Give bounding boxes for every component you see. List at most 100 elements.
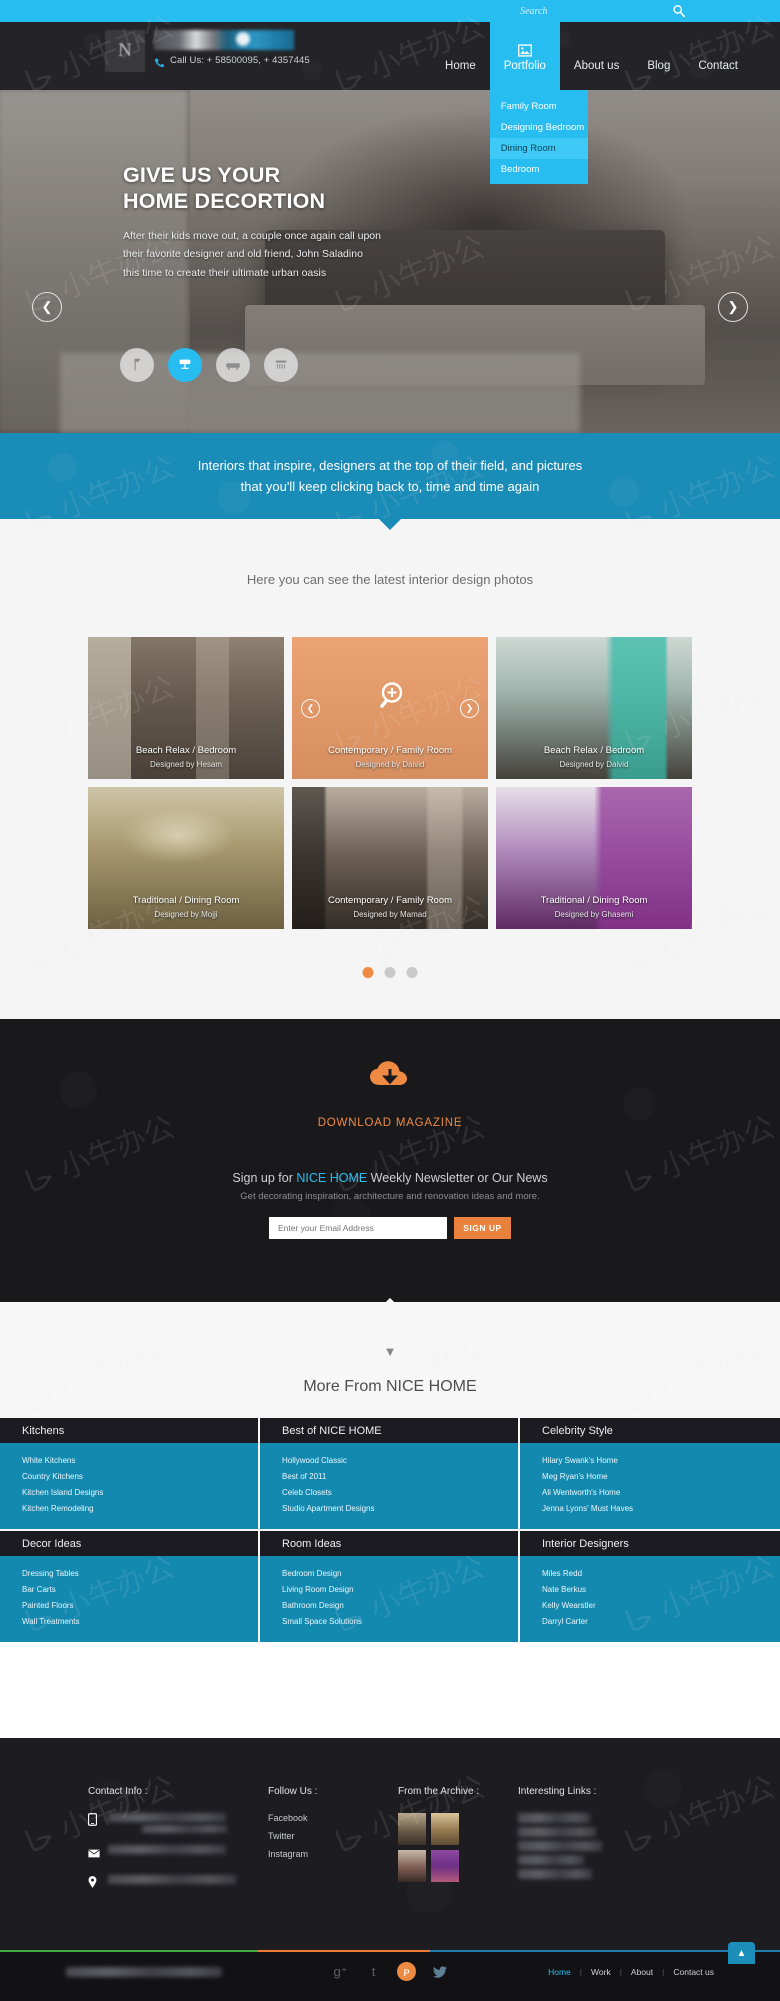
list-item[interactable]: Miles Redd [542,1566,780,1582]
footer-contact-info: Contact Info : [87,1786,268,1905]
nav-item-blog[interactable]: Blog [633,22,684,90]
list-item[interactable]: Bathroom Design [282,1598,518,1614]
dropdown-item-bedroom[interactable]: Bedroom [490,159,588,180]
bottom-bar: g⁺ t ᴘ Home | Work | About | Contact us … [0,1942,780,2001]
gallery-tile[interactable]: Beach Relax / Bedroom Designed by Daivid [496,637,692,779]
social-link-instagram[interactable]: Instagram [268,1849,398,1859]
list-item[interactable]: Studio Apartment Designs [282,1501,518,1517]
footer-nav-home[interactable]: Home [548,1967,571,1977]
sofa-icon[interactable] [216,348,250,382]
list-item[interactable]: Small Space Solutions [282,1614,518,1630]
nav-label: Contact [698,60,738,72]
gallery-tile[interactable]: ❮ ❯ Contemporary / Family Room Designed … [292,637,488,779]
list-item[interactable]: Living Room Design [282,1582,518,1598]
list-item[interactable]: Jenna Lyons' Must Haves [542,1501,780,1517]
gallery-next-button[interactable]: ❯ [460,699,479,718]
back-to-top-button[interactable]: ▲ [728,1942,755,1964]
list-item[interactable]: Best of 2011 [282,1469,518,1485]
lamp-icon[interactable] [120,348,154,382]
archive-thumbnail[interactable] [398,1850,426,1882]
pagination-dot-1[interactable] [362,967,374,978]
list-item[interactable]: White Kitchens [22,1453,258,1469]
link-redacted[interactable] [518,1855,584,1865]
search-icon[interactable] [672,4,686,18]
nav-item-about-us[interactable]: About us [560,22,633,90]
footer-nav-contact-us[interactable]: Contact us [673,1967,714,1977]
list-item[interactable]: Painted Floors [22,1598,258,1614]
gallery-tile[interactable]: Traditional / Dining Room Designed by Mo… [88,787,284,929]
logo[interactable]: N Call Us: + 58500095, + 4357445 [105,30,310,72]
list-item[interactable]: Dressing Tables [22,1566,258,1582]
gallery-tile[interactable]: Beach Relax / Bedroom Designed by Hesam [88,637,284,779]
dropdown-item-designing-bedroom[interactable]: Designing Bedroom [490,117,588,138]
call-us[interactable]: Call Us: + 58500095, + 4357445 [154,55,310,68]
cloud-download-icon[interactable] [368,1058,412,1095]
shower-icon[interactable] [264,348,298,382]
pinterest-icon[interactable]: ᴘ [397,1962,416,1981]
dropdown-item-dining-room[interactable]: Dining Room [489,138,588,159]
hero-prev-button[interactable]: ❮ [32,292,62,322]
gallery-tile[interactable]: Traditional / Dining Room Designed by Gh… [496,787,692,929]
gallery-pagination [362,967,418,978]
link-redacted[interactable] [518,1827,596,1837]
list-item[interactable]: Ali Wentworth's Home [542,1485,780,1501]
hero-paragraph-line2: their favorite designer and old friend, … [123,248,363,261]
hero-next-button[interactable]: ❯ [718,292,748,322]
list-item[interactable]: Celeb Closets [282,1485,518,1501]
tile-designer: Designed by Hesam [149,760,223,769]
download-magazine-label[interactable]: DOWNLOAD MAGAZINE [0,1117,780,1129]
list-item[interactable]: Wall Treatments [22,1614,258,1630]
footer-archive: From the Archive : [398,1786,518,1905]
dropdown-item-family-room[interactable]: Family Room [490,96,588,117]
social-link-facebook[interactable]: Facebook [268,1813,398,1823]
archive-thumbnail[interactable] [431,1813,459,1845]
list-item[interactable]: Hilary Swank's Home [542,1453,780,1469]
list-item[interactable]: Bedroom Design [282,1566,518,1582]
gallery-tile[interactable]: Contemporary / Family Room Designed by M… [292,787,488,929]
chair-icon[interactable] [168,348,202,382]
footer-columns: Contact Info : Follow Us: Facebook Twit… [87,1786,708,1905]
nav-item-contact[interactable]: Contact [684,22,752,90]
list-item[interactable]: Meg Ryan's Home [542,1469,780,1485]
tile-designer: Designed by Mojji [154,910,218,919]
twitter-icon[interactable] [430,1962,449,1981]
footer-interesting-links: Interesting Links : [518,1786,678,1905]
list-item[interactable]: Bar Carts [22,1582,258,1598]
site-footer: Contact Info : Follow Us: Facebook Twit… [0,1738,780,1950]
search-placeholder: Search [520,5,548,17]
tile-caption: Traditional / Dining Room Designed by Gh… [496,895,692,919]
list-item[interactable]: Kitchen Remodeling [22,1501,258,1517]
divider-green [0,1950,258,1952]
footer-nav-about[interactable]: About [631,1967,653,1977]
tile-title: Beach Relax / Bedroom [135,745,237,756]
tile-caption: Beach Relax / Bedroom Designed by Daivid [496,745,692,769]
magnifier-plus-icon[interactable] [372,679,408,720]
gallery-prev-button[interactable]: ❮ [301,699,320,718]
list-item[interactable]: Nate Berkus [542,1582,780,1598]
email-field[interactable] [269,1217,447,1239]
list-item[interactable]: Hollywood Classic [282,1453,518,1469]
sign-up-button[interactable]: SIGN UP [454,1217,511,1239]
list-item[interactable]: Country Kitchens [22,1469,258,1485]
archive-thumbnail[interactable] [398,1813,426,1845]
google-plus-icon[interactable]: g⁺ [331,1962,350,1981]
link-redacted[interactable] [518,1841,602,1851]
footer-nav-work[interactable]: Work [591,1967,611,1977]
pagination-dot-3[interactable] [406,967,418,978]
tile-designer: Designed by Mamad [353,910,427,919]
link-redacted[interactable] [518,1869,592,1879]
social-link-twitter[interactable]: Twitter [268,1831,398,1841]
list-item[interactable]: Kitchen Island Designs [22,1485,258,1501]
tumblr-icon[interactable]: t [364,1962,383,1981]
nav-item-portfolio[interactable]: Portfolio Family Room Designing Bedroom … [489,22,588,184]
nav-item-home[interactable]: Home [431,22,490,90]
link-column-best-of-nice-home: Best of NICE HOME Hollywood Classic Best… [260,1418,520,1529]
list-item[interactable]: Darryl Carter [542,1614,780,1630]
link-column-decor-ideas: Decor Ideas Dressing Tables Bar Carts Pa… [0,1531,260,1642]
pagination-dot-2[interactable] [384,967,396,978]
search-input[interactable]: Search [520,0,700,22]
link-redacted[interactable] [518,1813,590,1823]
map-pin-icon [88,1875,100,1893]
archive-thumbnail[interactable] [431,1850,459,1882]
list-item[interactable]: Kelly Wearstler [542,1598,780,1614]
